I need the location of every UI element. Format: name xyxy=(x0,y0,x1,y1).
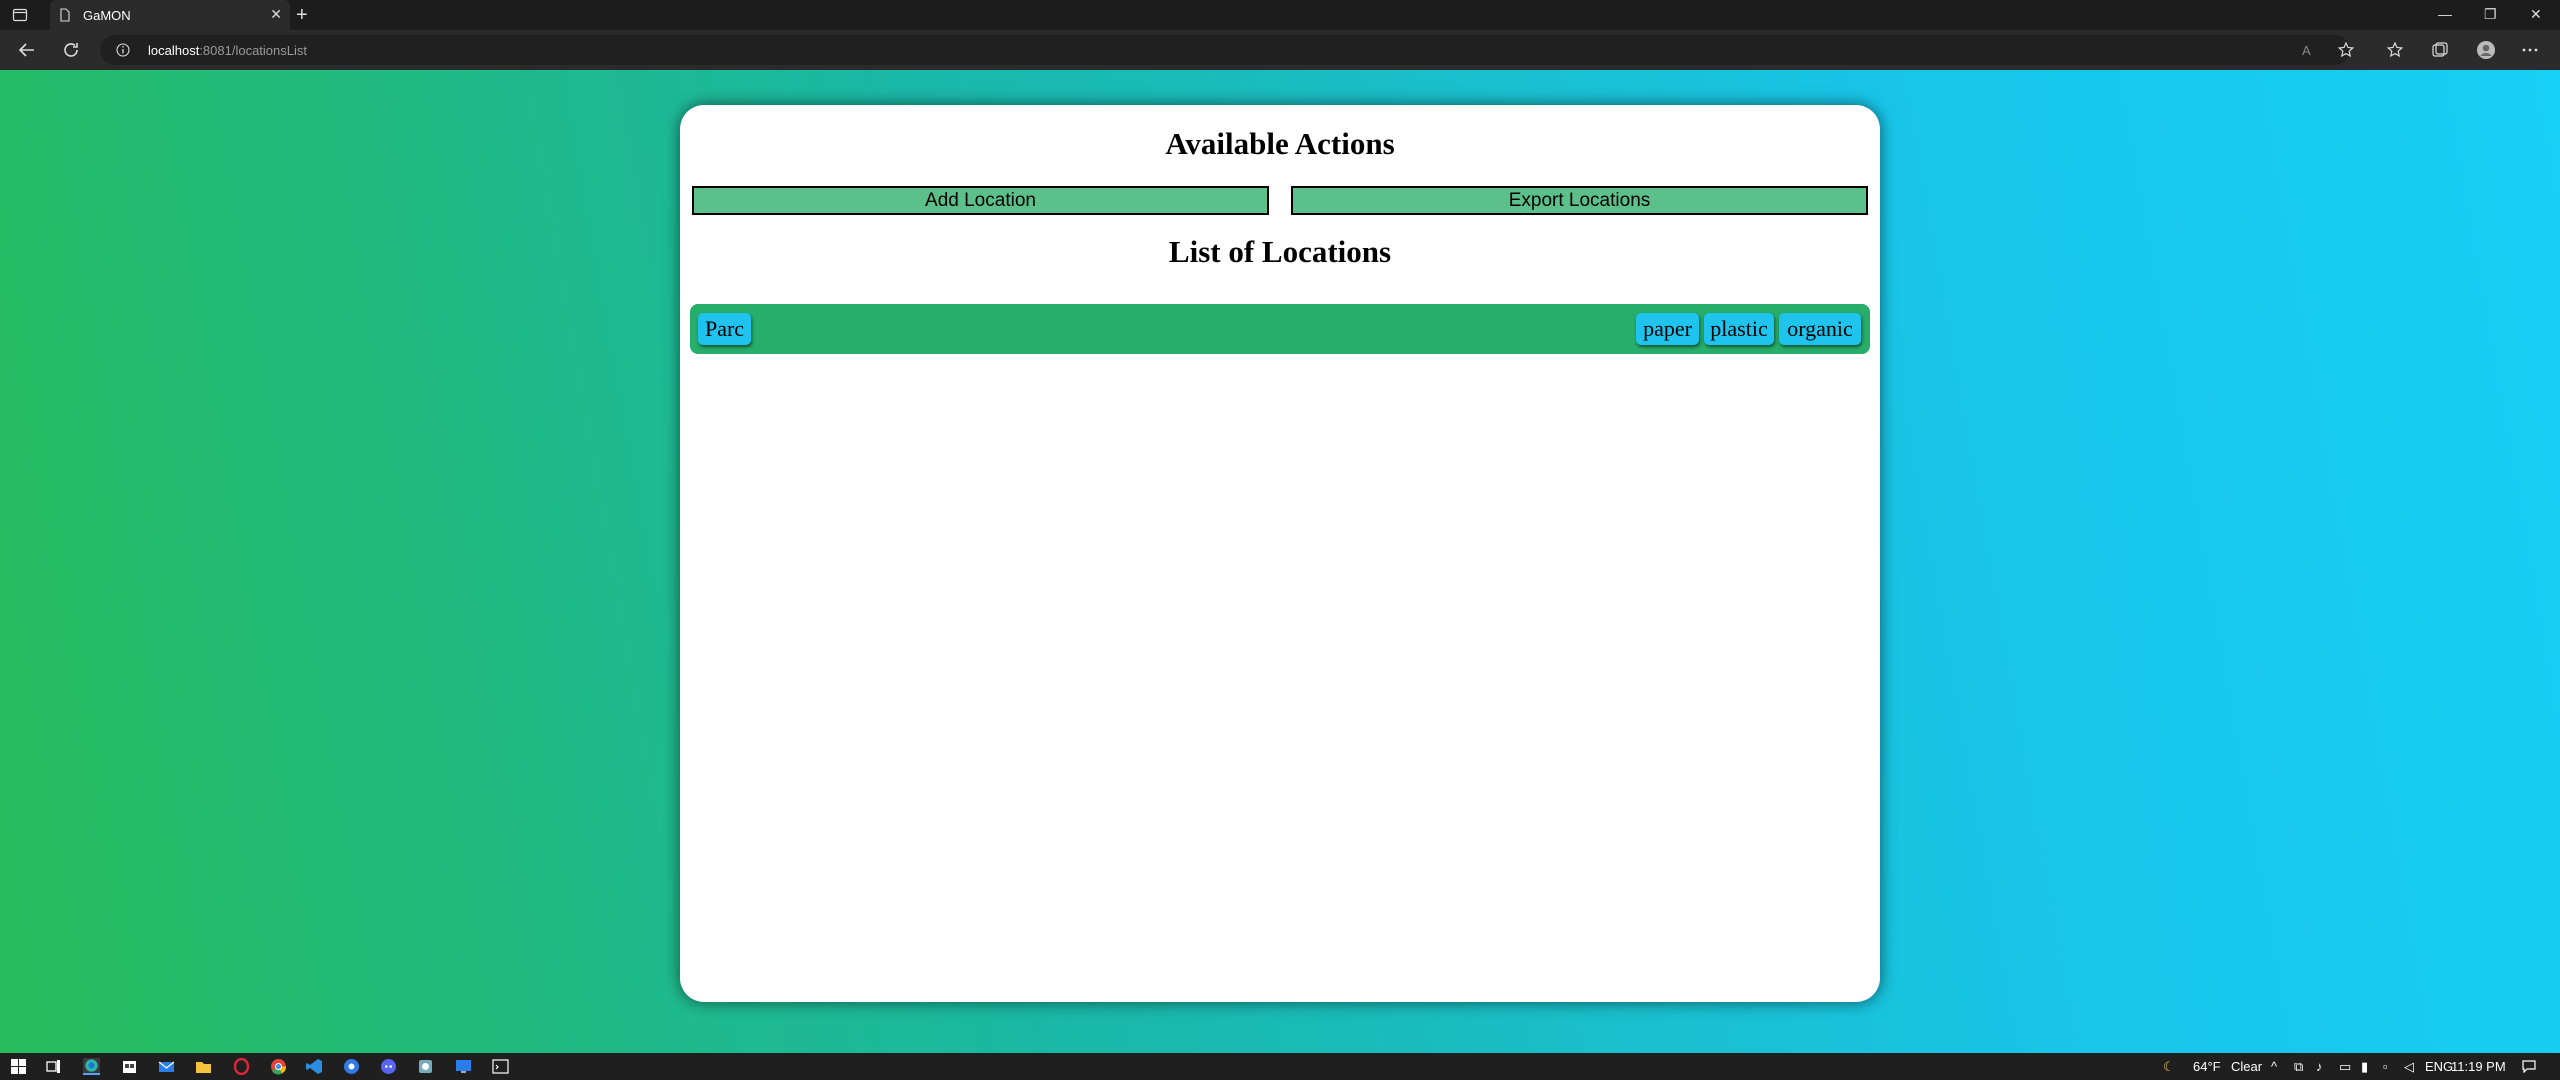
actions-title: Available Actions xyxy=(1165,126,1395,161)
export-locations-button[interactable]: Export Locations xyxy=(1291,186,1868,215)
read-aloud-icon[interactable]: A xyxy=(2299,40,2319,60)
battery-icon[interactable]: ▮ xyxy=(2361,1059,2368,1075)
back-icon[interactable] xyxy=(16,39,38,61)
url-field[interactable]: localhost:8081/locationsList xyxy=(100,35,2350,65)
tag-paper[interactable]: paper xyxy=(1636,313,1699,345)
notifications-icon[interactable] xyxy=(2522,1059,2536,1073)
favorite-add-icon[interactable] xyxy=(2336,40,2356,60)
content-card: Available Actions Add Location Export Lo… xyxy=(680,105,1880,1002)
speaker-icon[interactable]: ◁ xyxy=(2404,1059,2414,1075)
store-icon[interactable] xyxy=(121,1058,138,1075)
display-icon[interactable]: ▫ xyxy=(2383,1059,2388,1074)
url-text: localhost:8081/locationsList xyxy=(148,43,307,58)
tab-strip: GaMON ✕ + — ❐ ✕ xyxy=(0,0,2560,30)
monitor-icon[interactable]: ▭ xyxy=(2339,1059,2351,1075)
tab-title: GaMON xyxy=(83,8,131,23)
tag-organic[interactable]: organic xyxy=(1779,313,1861,345)
mail-icon[interactable] xyxy=(158,1058,175,1075)
url-path: :8081/locationsList xyxy=(199,43,307,58)
weather-temperature[interactable]: 64°F xyxy=(2193,1059,2221,1074)
page-viewport: Available Actions Add Location Export Lo… xyxy=(0,70,2560,1053)
chevron-up-icon[interactable]: ^ xyxy=(2271,1059,2277,1074)
start-icon[interactable] xyxy=(10,1058,27,1075)
volume-icon[interactable]: ♪ xyxy=(2316,1059,2323,1074)
weather-description[interactable]: Clear xyxy=(2231,1059,2262,1074)
more-options-icon[interactable] xyxy=(2520,40,2540,60)
locations-list-title: List of Locations xyxy=(1168,234,1392,269)
refresh-icon[interactable] xyxy=(60,39,82,61)
close-window-icon[interactable]: ✕ xyxy=(2530,6,2542,23)
terminal-icon[interactable] xyxy=(492,1058,509,1075)
page-icon xyxy=(60,8,70,22)
location-row: Parc paper plastic organic xyxy=(690,304,1870,354)
file-explorer-icon[interactable] xyxy=(195,1058,212,1075)
minimize-icon[interactable]: — xyxy=(2438,6,2452,22)
tag-plastic[interactable]: plastic xyxy=(1704,313,1774,345)
vscode-icon[interactable] xyxy=(306,1058,323,1075)
svg-text:A: A xyxy=(2302,43,2311,58)
opera-icon[interactable] xyxy=(233,1058,250,1075)
app-icon[interactable] xyxy=(343,1058,360,1075)
tool-icon[interactable] xyxy=(417,1058,434,1075)
collections-icon[interactable] xyxy=(2430,40,2450,60)
taskbar: ☾ 64°F Clear ^ ⧉ ♪ ▭ ▮ ▫ ◁ ENG 11:19 PM xyxy=(0,1053,2560,1080)
edge-icon[interactable] xyxy=(83,1058,100,1075)
new-tab-icon[interactable]: + xyxy=(296,4,308,27)
discord-icon[interactable] xyxy=(380,1058,397,1075)
profile-avatar-icon[interactable] xyxy=(2476,40,2496,60)
address-bar: localhost:8081/locationsList A xyxy=(0,30,2560,70)
remote-desktop-icon[interactable] xyxy=(455,1058,472,1075)
favorites-icon[interactable] xyxy=(2386,40,2406,60)
url-host: localhost xyxy=(148,43,200,58)
add-location-button[interactable]: Add Location xyxy=(692,186,1269,215)
site-info-icon[interactable] xyxy=(116,43,130,57)
browser-tab[interactable]: GaMON ✕ xyxy=(50,0,290,30)
clock-time[interactable]: 11:19 PM xyxy=(2451,1059,2506,1074)
location-name[interactable]: Parc xyxy=(698,313,751,345)
network-icon[interactable]: ⧉ xyxy=(2294,1059,2303,1075)
chrome-icon[interactable] xyxy=(270,1058,287,1075)
restore-icon[interactable]: ❐ xyxy=(2484,6,2497,23)
task-view-icon[interactable] xyxy=(45,1058,62,1075)
language-indicator[interactable]: ENG xyxy=(2425,1059,2453,1074)
tab-actions-icon[interactable] xyxy=(12,7,28,23)
weather-moon-icon[interactable]: ☾ xyxy=(2163,1059,2175,1075)
close-tab-icon[interactable]: ✕ xyxy=(270,6,282,23)
